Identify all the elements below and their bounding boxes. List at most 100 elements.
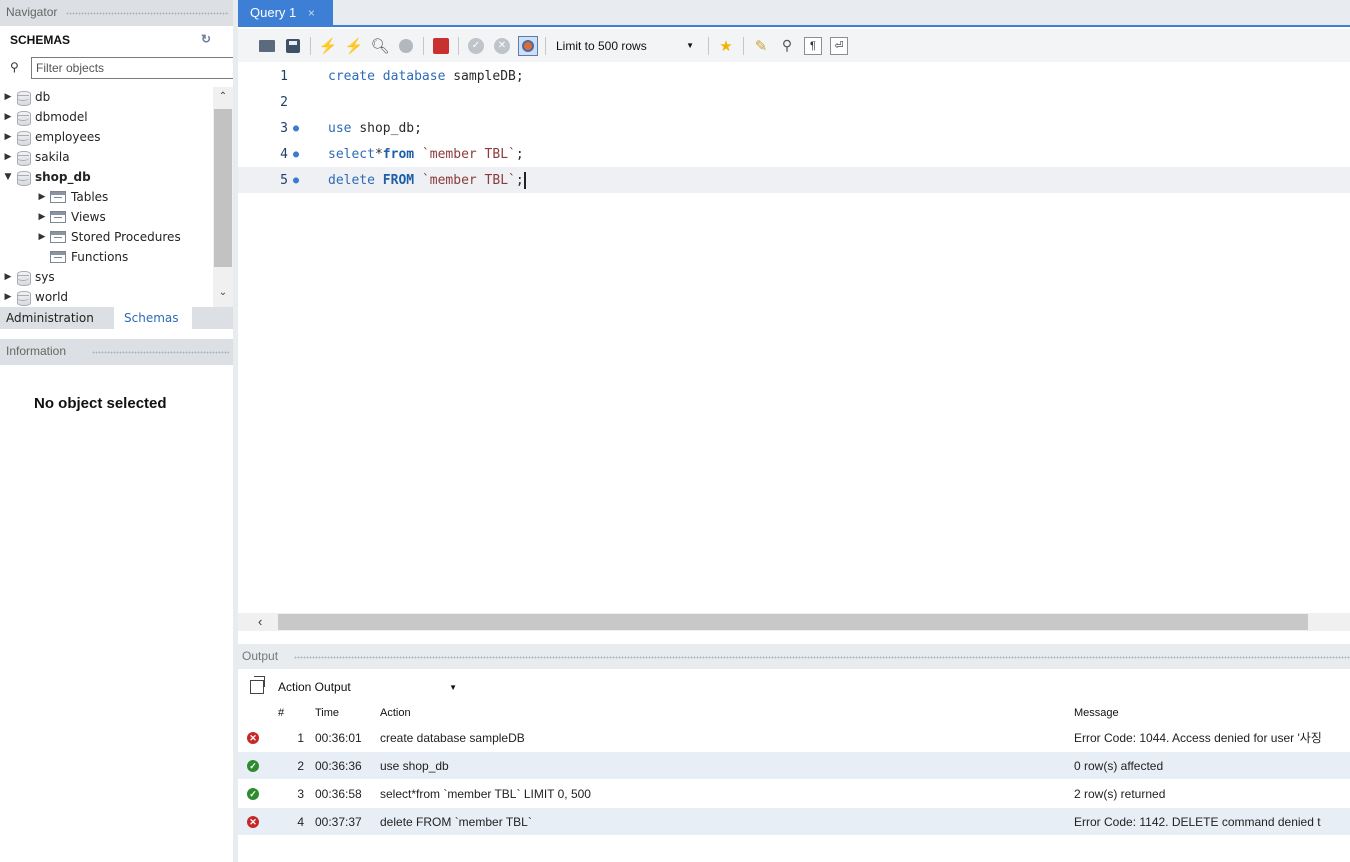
tree-item-functions[interactable]: Functions <box>36 247 128 267</box>
tree-item-label: Views <box>71 210 106 224</box>
tab-label: Query 1 <box>250 5 297 20</box>
schema-item-sakila[interactable]: ▶ sakila <box>2 147 70 167</box>
tree-item-views[interactable]: ▶ Views <box>36 207 106 227</box>
schema-item-employees[interactable]: ▶ employees <box>2 127 100 147</box>
expanded-arrow-icon[interactable]: ▼ <box>2 172 14 182</box>
add-snippet-button[interactable]: ★ <box>715 35 737 57</box>
toolbar-separator <box>545 36 546 55</box>
tab-query-1[interactable]: Query 1 × <box>238 0 333 27</box>
autocommit-icon <box>518 35 538 56</box>
tree-item-label: world <box>35 290 69 304</box>
folder-icon <box>50 191 66 203</box>
save-button[interactable] <box>282 35 304 57</box>
collapsed-arrow-icon[interactable]: ▶ <box>36 212 48 222</box>
collapsed-arrow-icon[interactable]: ▶ <box>2 292 14 302</box>
collapsed-arrow-icon[interactable]: ▶ <box>36 232 48 242</box>
limit-rows-select[interactable]: Limit to 500 rows ▼ <box>552 35 700 57</box>
find-button[interactable]: ⚲ <box>776 35 798 57</box>
tree-item-label: db <box>35 90 51 104</box>
stop-hand-icon <box>399 38 413 53</box>
rollback-button[interactable]: ✕ <box>491 35 513 57</box>
line-number: 1 <box>280 68 288 84</box>
sql-toolbar: ⚡ ⚡ 🔍︎ ✓ ✕ Limit to 500 rows ▼ ★ ✎ ⚲ ¶ ⏎ <box>238 29 1350 62</box>
code-line[interactable]: 4 ● select*from `member TBL`; <box>238 141 1350 167</box>
table-row[interactable]: ✕ 4 00:37:37 delete FROM `member TBL` Error … <box>238 808 1350 835</box>
invisible-chars-button[interactable]: ¶ <box>802 35 824 57</box>
schema-item-sys[interactable]: ▶ sys <box>2 267 55 287</box>
collapsed-arrow-icon[interactable]: ▶ <box>2 92 14 102</box>
statement-marker-icon: ● <box>293 148 300 160</box>
output-gap <box>238 631 1350 644</box>
schema-item-shop_db[interactable]: ▼ shop_db <box>2 167 91 187</box>
refresh-icon[interactable]: ↻ <box>201 32 211 46</box>
table-row[interactable]: ✕ 1 00:36:01 create database sampleDB Error … <box>238 724 1350 751</box>
open-file-button[interactable] <box>256 35 278 57</box>
line-number: 5 <box>280 172 288 188</box>
output-mode-select[interactable]: Action Output ▼ <box>278 676 463 698</box>
commit-button[interactable]: ✓ <box>465 35 487 57</box>
collapsed-arrow-icon[interactable]: ▶ <box>2 132 14 142</box>
stop-on-error-button[interactable] <box>430 35 452 57</box>
scroll-up-icon[interactable]: ⌃ <box>213 91 233 102</box>
code-line[interactable]: 5 ● delete FROM `member TBL`; <box>238 167 1350 193</box>
editor-hscrollbar[interactable]: ‹ <box>238 613 1350 631</box>
filter-input[interactable] <box>31 57 234 79</box>
scrollbar-thumb[interactable] <box>278 614 1308 630</box>
close-icon[interactable]: × <box>308 6 315 20</box>
schemas-title: SCHEMAS <box>10 33 71 47</box>
sql-editor[interactable]: 1 create database sampleDB; 2 3 ● use shop_db… <box>238 62 1350 612</box>
navigator-panel: Navigator SCHEMAS ↻ ⚲ ▶ db ▶ dbmodel ▶ employ… <box>0 0 234 862</box>
action-output-table: # Time Action Message ✕ 1 00:36:01 create d… <box>238 703 1350 862</box>
table-row[interactable]: ✓ 3 00:36:58 select*from `member TBL` LIMIT… <box>238 780 1350 807</box>
error-status-icon: ✕ <box>247 815 259 828</box>
database-icon <box>17 110 31 126</box>
line-number: 4 <box>280 146 288 162</box>
stop-button[interactable] <box>395 35 417 57</box>
word-wrap-button[interactable]: ⏎ <box>828 35 850 57</box>
copy-icon[interactable] <box>250 676 265 694</box>
collapsed-arrow-icon[interactable]: ▶ <box>2 152 14 162</box>
schema-item-world[interactable]: ▶ world <box>2 287 68 307</box>
save-icon <box>286 38 300 53</box>
execute-current-button[interactable]: ⚡ <box>343 35 365 57</box>
folder-icon <box>50 231 66 243</box>
information-body: No object selected <box>0 365 233 862</box>
folder-icon <box>259 39 275 52</box>
collapsed-arrow-icon[interactable]: ▶ <box>36 192 48 202</box>
toolbar-separator <box>458 36 459 55</box>
tab-schemas[interactable]: Schemas <box>114 307 192 329</box>
table-header: # Time Action Message <box>238 703 1350 723</box>
beautify-button[interactable]: ✎ <box>750 35 772 57</box>
statement-marker-icon: ● <box>293 122 300 134</box>
tree-item-label: shop_db <box>35 170 91 184</box>
schema-item-db[interactable]: ▶ db <box>2 87 50 107</box>
tree-item-label: sakila <box>35 150 70 164</box>
scroll-down-icon[interactable]: ⌄ <box>213 287 233 298</box>
scrollbar-thumb[interactable] <box>214 109 232 267</box>
cancel-icon: ✕ <box>494 37 510 54</box>
autocommit-toggle[interactable] <box>517 35 539 57</box>
tree-scrollbar[interactable]: ⌃ ⌄ <box>213 87 233 307</box>
row-action: create database sampleDB <box>380 730 525 745</box>
dropdown-arrow-icon: ▼ <box>449 682 457 692</box>
grip-dots <box>66 12 229 15</box>
row-time: 00:37:37 <box>315 814 362 829</box>
code-line[interactable]: 2 <box>238 89 1350 115</box>
tab-administration[interactable]: Administration <box>0 307 100 329</box>
execute-button[interactable]: ⚡ <box>317 35 339 57</box>
dropdown-arrow-icon: ▼ <box>686 41 694 50</box>
table-row[interactable]: ✓ 2 00:36:36 use shop_db 0 row(s) affected <box>238 752 1350 779</box>
line-number: 3 <box>280 120 288 136</box>
tree-item-label: Tables <box>71 190 109 204</box>
scroll-left-icon[interactable]: ‹ <box>258 614 262 629</box>
schema-item-dbmodel[interactable]: ▶ dbmodel <box>2 107 88 127</box>
tree-item-stored-procedures[interactable]: ▶ Stored Procedures <box>36 227 181 247</box>
explain-button[interactable]: 🔍︎ <box>369 35 391 57</box>
navigator-header: Navigator <box>0 0 233 26</box>
collapsed-arrow-icon[interactable]: ▶ <box>2 112 14 122</box>
code-line[interactable]: 1 create database sampleDB; <box>238 63 1350 89</box>
collapsed-arrow-icon[interactable]: ▶ <box>2 272 14 282</box>
output-mode-label: Action Output <box>278 680 351 694</box>
code-line[interactable]: 3 ● use shop_db; <box>238 115 1350 141</box>
tree-item-tables[interactable]: ▶ Tables <box>36 187 109 207</box>
